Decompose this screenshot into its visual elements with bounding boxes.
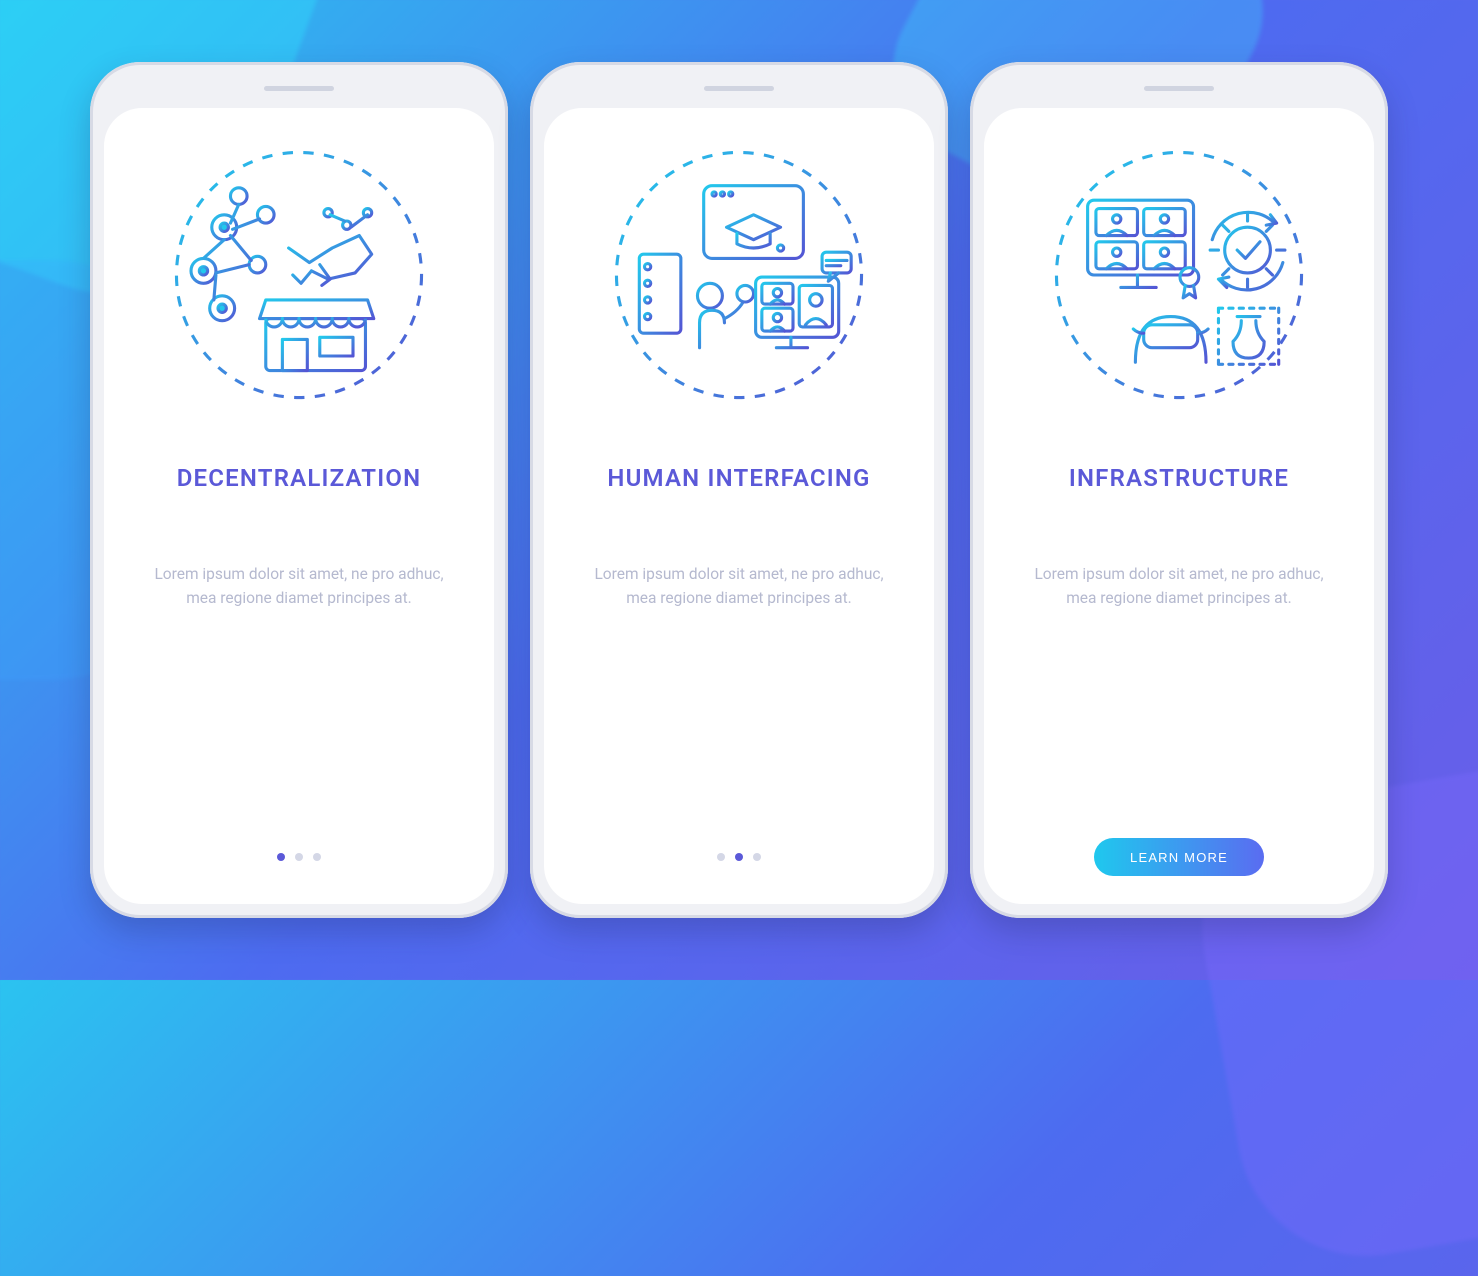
onboarding-screen-1: DECENTRALIZATION Lorem ipsum dolor sit a… [104, 108, 494, 904]
phone-frame-3: INFRASTRUCTURE Lorem ipsum dolor sit ame… [970, 62, 1388, 918]
pager-dot-2[interactable] [735, 853, 743, 861]
human-interfacing-icon [604, 140, 874, 410]
onboarding-screen-2: HUMAN INTERFACING Lorem ipsum dolor sit … [544, 108, 934, 904]
pager-dot-3[interactable] [753, 853, 761, 861]
card-title: HUMAN INTERFACING [607, 464, 870, 492]
phone-frame-1: DECENTRALIZATION Lorem ipsum dolor sit a… [90, 62, 508, 918]
pager-dots [277, 853, 321, 861]
pager-dots [717, 853, 761, 861]
card-description: Lorem ipsum dolor sit amet, ne pro adhuc… [589, 562, 889, 610]
learn-more-button[interactable]: LEARN MORE [1094, 838, 1264, 876]
phone-frame-2: HUMAN INTERFACING Lorem ipsum dolor sit … [530, 62, 948, 918]
decentralization-icon [164, 140, 434, 410]
pager-dot-1[interactable] [717, 853, 725, 861]
onboarding-screen-3: INFRASTRUCTURE Lorem ipsum dolor sit ame… [984, 108, 1374, 904]
pager-dot-2[interactable] [295, 853, 303, 861]
card-title: DECENTRALIZATION [177, 464, 422, 492]
card-title: INFRASTRUCTURE [1069, 464, 1289, 492]
card-description: Lorem ipsum dolor sit amet, ne pro adhuc… [1029, 562, 1329, 610]
infrastructure-icon [1044, 140, 1314, 410]
pager-dot-3[interactable] [313, 853, 321, 861]
card-description: Lorem ipsum dolor sit amet, ne pro adhuc… [149, 562, 449, 610]
pager-dot-1[interactable] [277, 853, 285, 861]
